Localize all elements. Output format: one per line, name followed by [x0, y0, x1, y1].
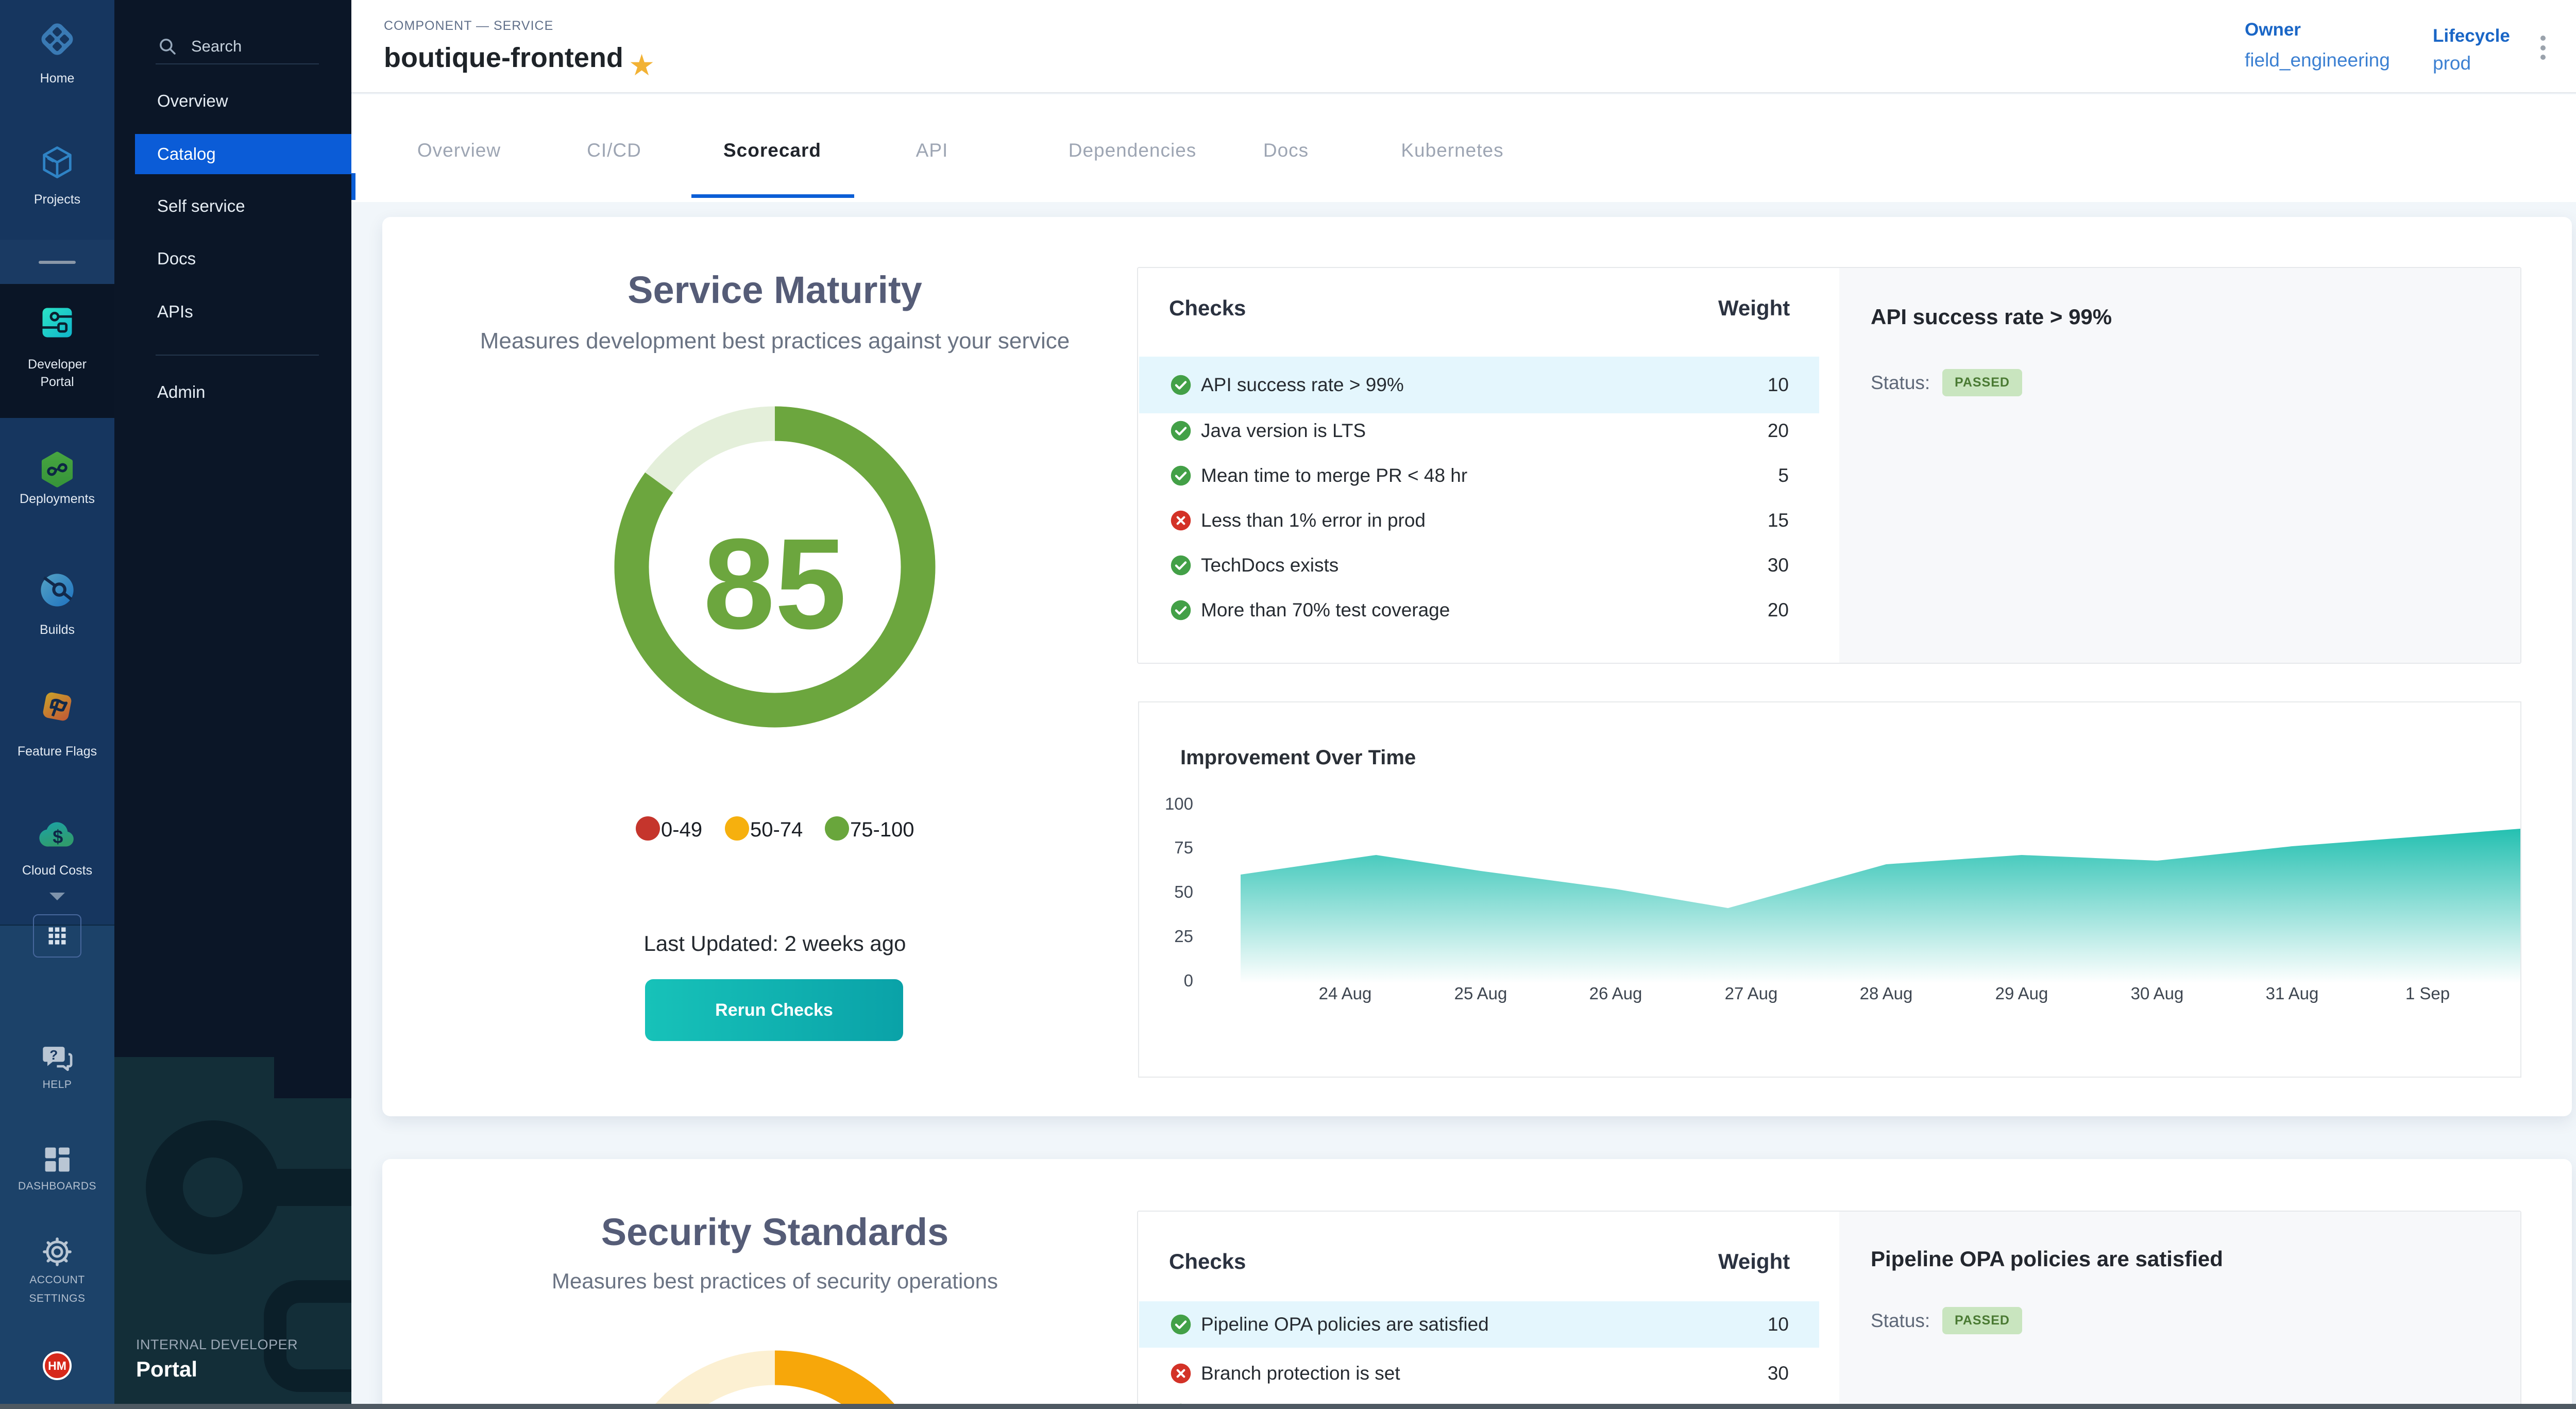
svg-text:26 Aug: 26 Aug [1589, 984, 1642, 1003]
svg-text:30 Aug: 30 Aug [2131, 984, 2184, 1003]
svg-text:75: 75 [1174, 838, 1193, 857]
svg-text:25: 25 [1174, 927, 1193, 946]
svg-text:0: 0 [1184, 971, 1193, 990]
svg-text:28 Aug: 28 Aug [1860, 984, 1913, 1003]
svg-text:27 Aug: 27 Aug [1725, 984, 1778, 1003]
svg-text:29 Aug: 29 Aug [1995, 984, 2048, 1003]
svg-text:24 Aug: 24 Aug [1319, 984, 1372, 1003]
svg-text:?: ? [49, 1047, 58, 1063]
svg-text:85: 85 [703, 512, 846, 656]
svg-text:31 Aug: 31 Aug [2266, 984, 2319, 1003]
svg-text:1 Sep: 1 Sep [2405, 984, 2450, 1003]
svg-text:100: 100 [1165, 794, 1193, 813]
svg-text:$: $ [53, 826, 63, 847]
svg-text:25 Aug: 25 Aug [1454, 984, 1507, 1003]
svg-text:50: 50 [1174, 882, 1193, 901]
